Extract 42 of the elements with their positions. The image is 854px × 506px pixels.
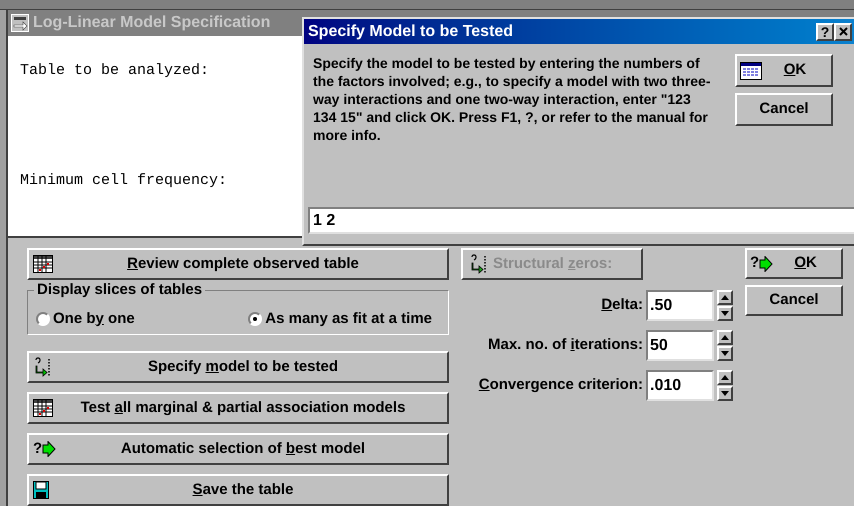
action-button[interactable]: Specify model to be tested bbox=[27, 351, 449, 383]
dialog-title: Specify Model to be Tested bbox=[308, 22, 514, 42]
field-label: Delta: bbox=[601, 295, 643, 316]
action-button[interactable]: Review complete observed table bbox=[27, 248, 449, 280]
table-icon bbox=[740, 62, 762, 80]
radio-option[interactable]: As many as fit at a time bbox=[248, 308, 440, 330]
table-icon bbox=[33, 255, 53, 273]
cancel-button[interactable]: Cancel bbox=[745, 285, 843, 316]
ok-button[interactable]: ? OK bbox=[745, 248, 843, 279]
field-label: Max. no. of iterations: bbox=[488, 335, 643, 356]
field-label: Convergence criterion: bbox=[478, 375, 643, 396]
cancel-button[interactable]: Cancel bbox=[735, 93, 833, 126]
group-title: Display slices of tables bbox=[34, 281, 206, 299]
ok-button[interactable]: OK bbox=[735, 54, 833, 87]
app-icon bbox=[11, 14, 29, 32]
action-button[interactable]: Test all marginal & partial association models bbox=[27, 392, 449, 424]
number-field[interactable]: 50 bbox=[646, 330, 714, 361]
close-icon bbox=[838, 27, 848, 36]
info-label: Minimum cell frequency: bbox=[20, 170, 228, 190]
radio-option[interactable]: One by one bbox=[36, 308, 175, 330]
spin-buttons[interactable] bbox=[717, 330, 733, 361]
arrow-icon bbox=[469, 254, 487, 274]
window-title: Log-Linear Model Specification bbox=[33, 13, 270, 33]
model-input[interactable]: 1 2 bbox=[308, 207, 854, 234]
help-button[interactable]: ? bbox=[816, 22, 834, 40]
arrow-icon bbox=[42, 441, 56, 457]
action-button[interactable]: Save the table bbox=[27, 474, 449, 506]
radio-button[interactable] bbox=[36, 312, 50, 326]
spin-buttons[interactable] bbox=[717, 290, 733, 321]
close-button[interactable] bbox=[834, 22, 852, 40]
info-label: Table to be analyzed: bbox=[20, 61, 210, 81]
help-mark: ? bbox=[33, 438, 42, 459]
arrow-icon bbox=[759, 256, 774, 272]
action-button[interactable]: ? Automatic selection of best model bbox=[27, 433, 449, 465]
radio-button[interactable] bbox=[248, 312, 262, 326]
number-field[interactable]: .50 bbox=[646, 290, 714, 321]
spin-buttons[interactable] bbox=[717, 370, 733, 401]
help-mark: ? bbox=[750, 253, 760, 274]
arrow-icon bbox=[33, 357, 51, 377]
number-field[interactable]: .010 bbox=[646, 370, 714, 401]
table-icon bbox=[33, 399, 53, 417]
instructions-text: Specify the model to be tested by entering the numbers of the factors involved; e.g., to specify a model with two three-way interactions and one two-way interaction, enter "123 134 15" and click OK. Press F1, ?, or refer to the manual for more info. bbox=[313, 54, 712, 144]
